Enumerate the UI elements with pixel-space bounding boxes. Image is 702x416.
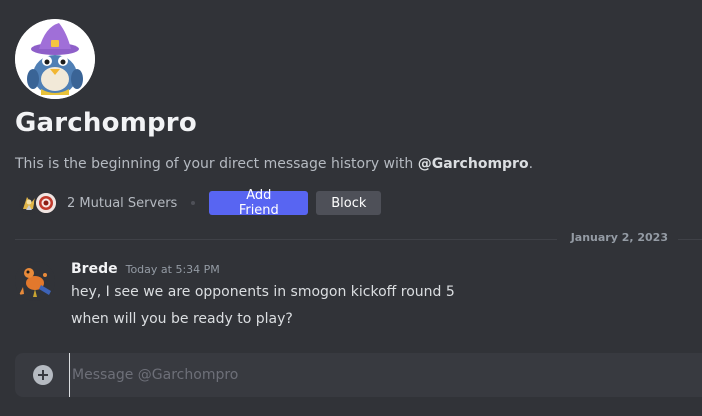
wizard-bird-avatar-icon (15, 19, 95, 99)
separator-dot (191, 201, 196, 205)
message-input[interactable] (69, 353, 702, 397)
date-divider-label: January 2, 2023 (556, 231, 678, 244)
message-author-avatar[interactable] (15, 261, 55, 301)
attach-button[interactable] (33, 365, 53, 385)
mutual-servers-row: 2 Mutual Servers Add Friend Block (17, 188, 382, 218)
message-text-line: hey, I see we are opponents in smogon ki… (71, 284, 455, 300)
red-emblem-server-icon[interactable] (34, 191, 58, 215)
orange-creature-avatar-icon (15, 261, 55, 301)
plus-circle-icon (38, 370, 48, 380)
message-author[interactable]: Brede (71, 261, 118, 277)
add-friend-button[interactable]: Add Friend (209, 188, 309, 218)
profile-avatar[interactable] (15, 19, 95, 99)
intro-text: This is the beginning of your direct mes… (15, 156, 418, 172)
intro-end: . (528, 156, 534, 172)
dm-channel: Garchompro This is the beginning of your… (0, 0, 702, 416)
mutual-servers-label[interactable]: 2 Mutual Servers (67, 196, 177, 211)
message-timestamp[interactable]: Today at 5:34 PM (126, 263, 220, 276)
dm-intro-text: This is the beginning of your direct mes… (15, 156, 533, 172)
message-composer (15, 353, 702, 397)
message-header: Brede Today at 5:34 PM (71, 261, 220, 277)
intro-handle: @Garchompro (417, 156, 529, 172)
profile-name: Garchompro (15, 108, 197, 138)
mutual-server-icons[interactable] (17, 191, 63, 215)
block-button[interactable]: Block (316, 191, 382, 215)
message-text-line: when will you be ready to play? (71, 311, 293, 327)
